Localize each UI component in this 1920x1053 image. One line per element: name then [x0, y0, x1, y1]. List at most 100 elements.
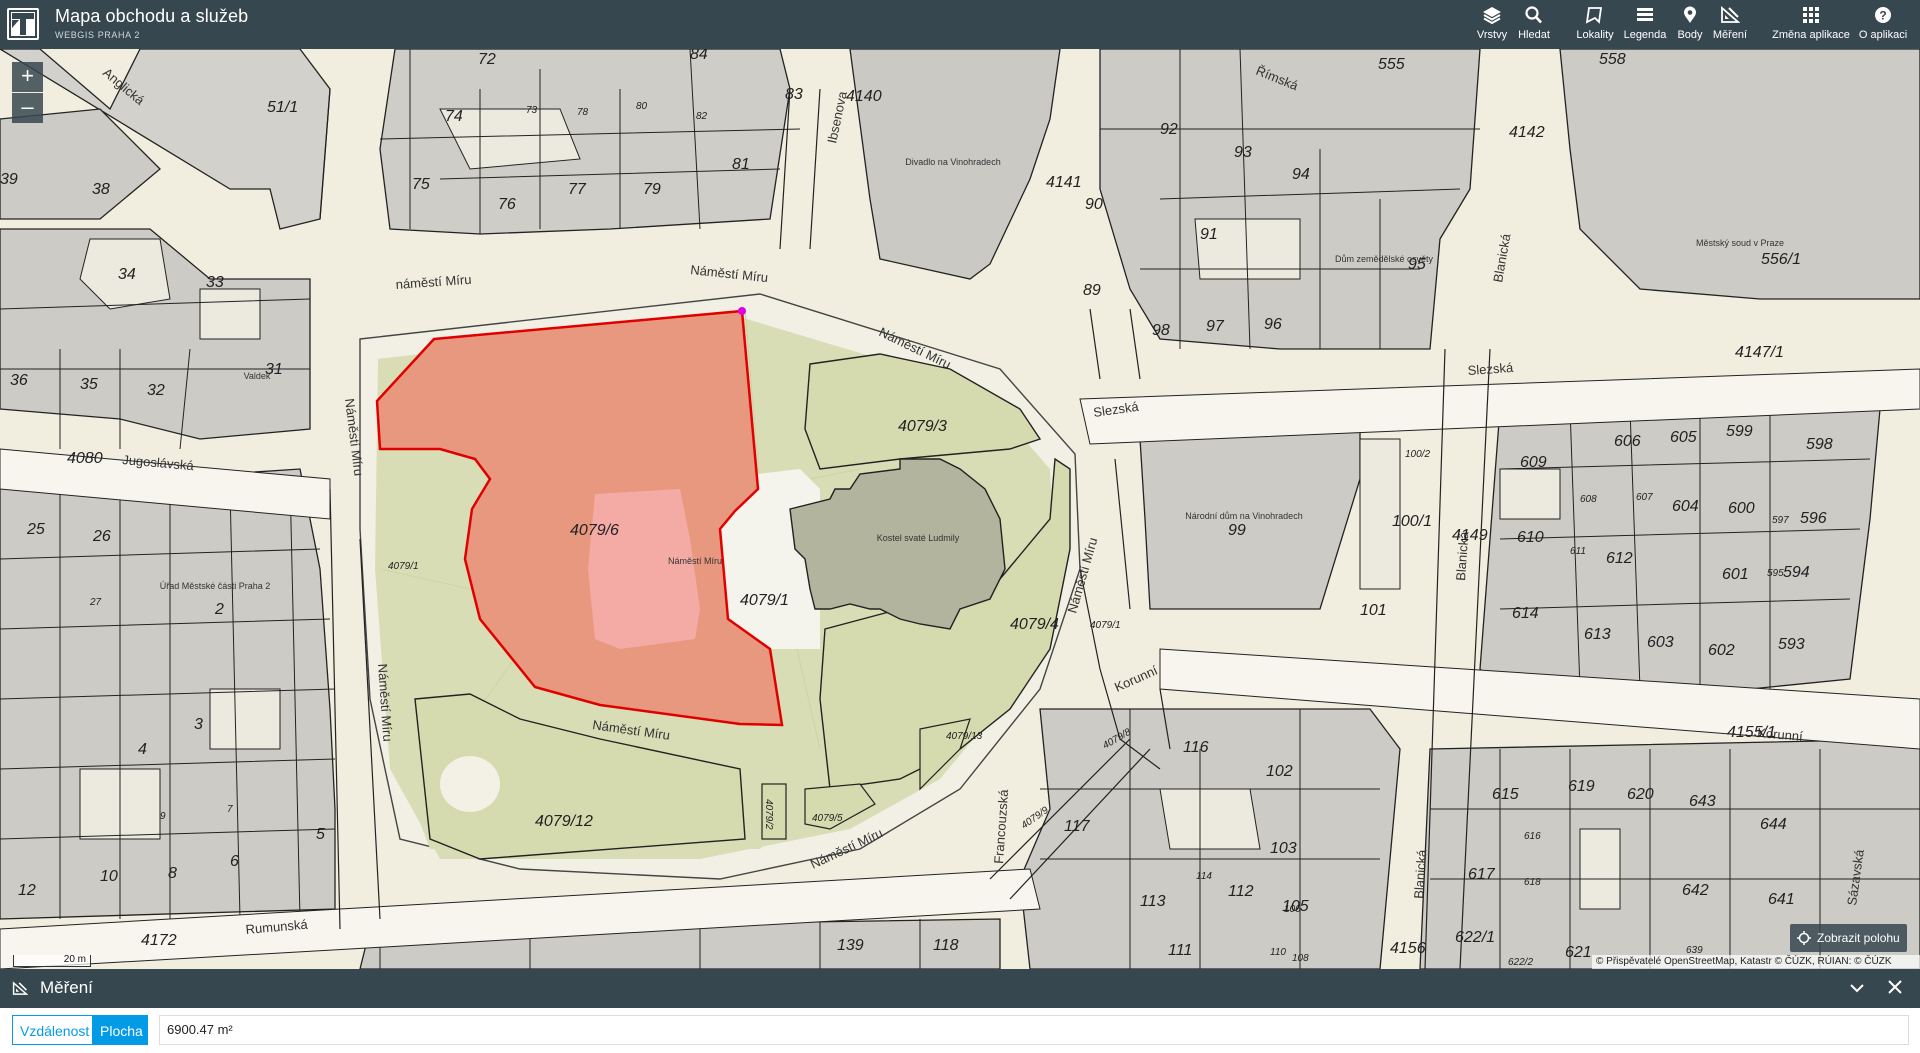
- parcel-12: 12: [18, 882, 36, 899]
- map-pin-icon: [1672, 6, 1708, 28]
- crosshair-icon: [1797, 931, 1811, 945]
- nav-about-button[interactable]: ? O aplikaci: [1856, 4, 1910, 44]
- zoom-in-button[interactable]: +: [12, 62, 43, 92]
- poi-mestsky-soud: Městský soud v Praze: [1696, 238, 1784, 248]
- cadastral-basemap[interactable]: náměstí Míru Náměstí Míru Náměstí Míru N…: [0, 49, 1920, 969]
- parcel-25: 25: [26, 521, 45, 538]
- parcel-76: 76: [498, 196, 516, 213]
- parcel-51-1: 51/1: [267, 99, 298, 116]
- parcel-619: 619: [1568, 778, 1595, 795]
- parcel-35: 35: [80, 376, 98, 393]
- show-location-label: Zobrazit polohu: [1817, 931, 1900, 945]
- area-mode-button[interactable]: Plocha: [92, 1015, 148, 1045]
- parcel-75: 75: [412, 176, 430, 193]
- nav-points-label: Body: [1677, 29, 1703, 41]
- nav-search-label: Hledat: [1518, 29, 1550, 41]
- parcel-641: 641: [1768, 891, 1795, 908]
- parcel-100-2: 100/2: [1405, 449, 1430, 460]
- parcel-610: 610: [1517, 529, 1544, 546]
- app-title: Mapa obchodu a služeb: [55, 6, 249, 26]
- parcel-83: 83: [785, 86, 803, 103]
- parcel-34: 34: [118, 266, 136, 283]
- parcel-600: 600: [1728, 500, 1755, 517]
- parcel-73: 73: [526, 105, 538, 116]
- parcel-139: 139: [837, 937, 864, 954]
- parcel-102: 102: [1266, 763, 1293, 780]
- parcel-601: 601: [1722, 566, 1749, 583]
- nav-search-button[interactable]: Hledat: [1514, 4, 1554, 44]
- parcel-39: 39: [0, 171, 18, 188]
- measure-panel-header: Měření: [0, 969, 1920, 1008]
- parcel-77: 77: [568, 181, 587, 198]
- show-location-button[interactable]: Zobrazit polohu: [1790, 924, 1907, 952]
- parcel-644: 644: [1760, 816, 1787, 833]
- parcel-4140: 4140: [846, 88, 882, 105]
- parcel-96: 96: [1264, 316, 1282, 333]
- parcel-93: 93: [1234, 144, 1252, 161]
- measure-icon: [12, 981, 29, 1001]
- measure-result-field[interactable]: 6900.47 m²: [159, 1015, 1909, 1045]
- parcel-615: 615: [1492, 786, 1519, 803]
- parcel-4: 4: [138, 741, 147, 758]
- parcel-106: 106: [1284, 904, 1301, 915]
- map-view[interactable]: náměstí Míru Náměstí Míru Náměstí Míru N…: [0, 49, 1920, 969]
- poi-square: Náměstí Míru: [668, 556, 722, 566]
- parcel-72: 72: [478, 51, 496, 68]
- chevron-down-icon[interactable]: [1849, 980, 1865, 1001]
- nav-measure-label: Měření: [1712, 29, 1748, 41]
- map-attribution[interactable]: © Přispěvatelé OpenStreetMap, Katastr © …: [1592, 955, 1920, 969]
- nav-layers-button[interactable]: Vrstvy: [1472, 4, 1512, 44]
- parcel-612: 612: [1606, 550, 1633, 567]
- app-subtitle: WEBGIS PRAHA 2: [55, 30, 140, 40]
- nav-change-app-label: Změna aplikace: [1772, 29, 1850, 41]
- nav-measure-button[interactable]: Měření: [1710, 4, 1750, 44]
- parcel-608: 608: [1580, 494, 1597, 505]
- parcel-614: 614: [1512, 605, 1539, 622]
- parcel-103: 103: [1270, 840, 1297, 857]
- parcel-111: 111: [1168, 942, 1192, 959]
- parcel-4080: 4080: [67, 450, 103, 467]
- parcel-97: 97: [1206, 318, 1225, 335]
- parcel-594: 594: [1783, 564, 1810, 581]
- parcel-555: 555: [1378, 56, 1405, 73]
- nav-about-label: O aplikaci: [1858, 29, 1908, 41]
- parcel-643: 643: [1689, 793, 1716, 810]
- parcel-607: 607: [1636, 492, 1653, 503]
- parcel-617: 617: [1468, 866, 1496, 883]
- parcel-3: 3: [194, 716, 203, 733]
- parcel-10: 10: [100, 868, 118, 885]
- parcel-84: 84: [690, 49, 708, 63]
- poi-urad: Úřad Městské části Praha 2: [160, 581, 271, 591]
- parcel-4141: 4141: [1046, 174, 1082, 191]
- parcel-80: 80: [636, 101, 648, 112]
- parcel-4172: 4172: [141, 932, 177, 949]
- parcel-99: 99: [1228, 522, 1246, 539]
- parcel-4079-1b: 4079/1: [388, 561, 419, 572]
- parcel-602: 602: [1708, 642, 1735, 659]
- parcel-622-2: 622/2: [1508, 957, 1533, 968]
- parcel-622-1: 622/1: [1455, 929, 1495, 946]
- parcel-613: 613: [1584, 626, 1611, 643]
- parcel-642: 642: [1682, 882, 1709, 899]
- zoom-out-button[interactable]: –: [12, 93, 43, 123]
- nav-points-button[interactable]: Body: [1672, 4, 1708, 44]
- close-icon[interactable]: [1887, 979, 1903, 1000]
- nav-legend-button[interactable]: Legenda: [1621, 4, 1669, 44]
- distance-mode-button[interactable]: Vzdálenost: [12, 1015, 93, 1045]
- parcel-4079-3: 4079/3: [898, 418, 947, 435]
- parcel-595: 595: [1767, 568, 1784, 579]
- nav-layers-label: Vrstvy: [1476, 29, 1508, 41]
- parcel-616: 616: [1524, 831, 1541, 842]
- parcel-611: 611: [1570, 546, 1586, 557]
- measure-icon: [1710, 6, 1750, 28]
- nav-locations-button[interactable]: Lokality: [1572, 4, 1618, 44]
- parcel-26: 26: [92, 528, 111, 545]
- parcel-79: 79: [643, 181, 661, 198]
- legend-icon: [1621, 6, 1669, 28]
- parcel-89: 89: [1083, 282, 1101, 299]
- parcel-108: 108: [1292, 953, 1309, 964]
- app-logo[interactable]: [7, 8, 39, 40]
- parcel-91: 91: [1200, 226, 1218, 243]
- parcel-556-1: 556/1: [1761, 251, 1801, 268]
- nav-change-app-button[interactable]: Změna aplikace: [1771, 4, 1851, 44]
